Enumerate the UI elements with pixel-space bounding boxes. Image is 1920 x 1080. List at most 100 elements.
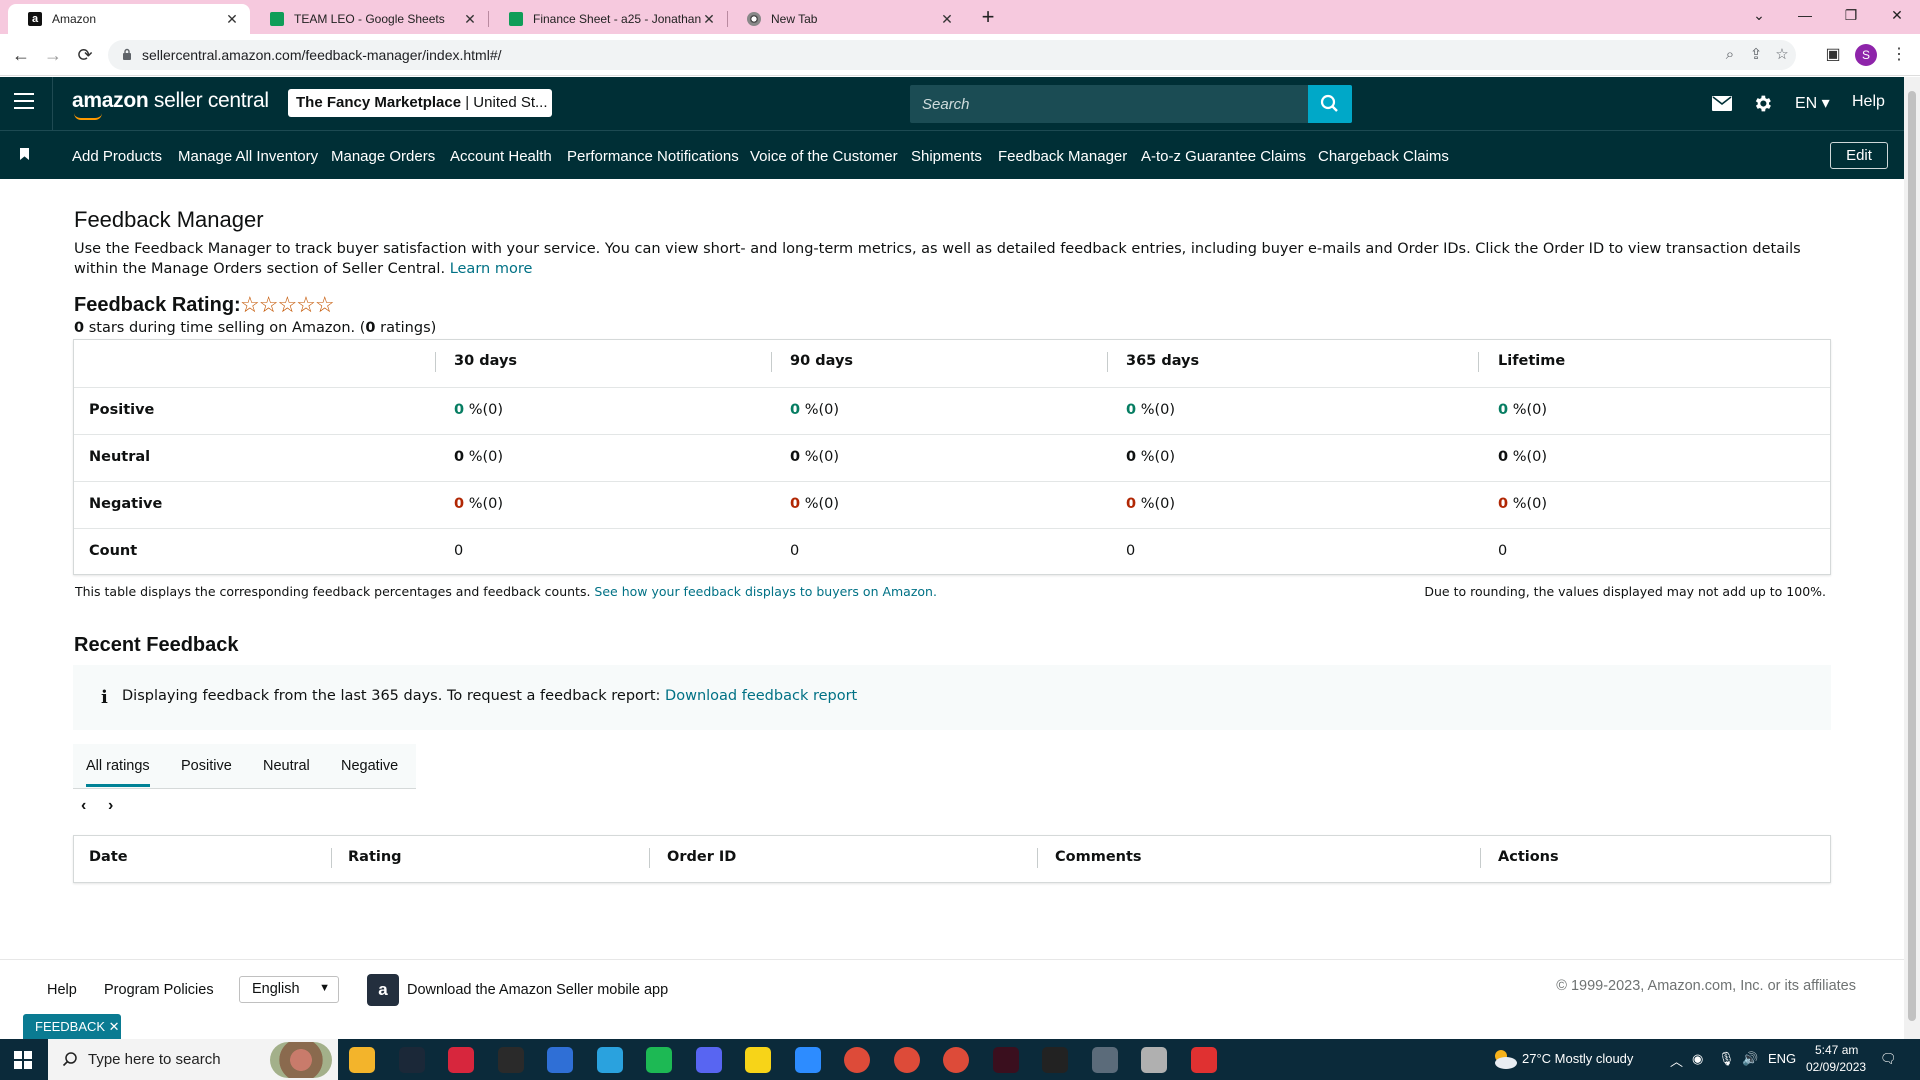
close-icon[interactable]: ✕ — [462, 11, 478, 28]
page-scrollbar[interactable] — [1904, 77, 1920, 1039]
close-icon[interactable]: ✕ — [701, 11, 717, 28]
download-app-link[interactable]: Download the Amazon Seller mobile app — [407, 982, 668, 998]
share-icon[interactable]: ⇪ — [1746, 45, 1766, 65]
chrome-icon[interactable] — [893, 1047, 920, 1073]
tab-all-ratings[interactable]: All ratings — [86, 758, 150, 787]
amazon-app-icon[interactable]: a — [367, 974, 399, 1006]
chevron-right-icon[interactable]: › — [108, 797, 113, 815]
clock-date[interactable]: 02/09/2023 — [1806, 1060, 1866, 1074]
clock-time[interactable]: 5:47 am — [1815, 1043, 1858, 1057]
discord-icon[interactable] — [695, 1047, 722, 1073]
profile-avatar[interactable]: S — [1855, 44, 1877, 66]
feedback-tab-button[interactable]: FEEDBACK ✕ — [23, 1014, 121, 1039]
volume-icon[interactable]: 🔊 — [1742, 1051, 1758, 1067]
tab-search-icon[interactable]: ⌄ — [1736, 0, 1782, 30]
scrollbar-thumb[interactable] — [1908, 91, 1916, 1021]
new-tab-button[interactable]: + — [976, 4, 1000, 30]
weather-text[interactable]: 27°C Mostly cloudy — [1522, 1051, 1633, 1066]
telegram-icon[interactable] — [596, 1047, 623, 1073]
file-explorer-icon[interactable] — [349, 1047, 375, 1073]
download-feedback-report-link[interactable]: Download feedback report — [665, 688, 857, 704]
learn-more-link[interactable]: Learn more — [450, 261, 533, 277]
app-icon[interactable] — [1141, 1047, 1167, 1073]
browser-tab-new-tab[interactable]: New Tab ✕ — [727, 4, 965, 34]
language-indicator[interactable]: ENG — [1768, 1051, 1796, 1066]
close-window-button[interactable]: ✕ — [1874, 0, 1920, 30]
chevron-left-icon[interactable]: ‹ — [81, 797, 86, 815]
nav-add-products[interactable]: Add Products — [72, 148, 162, 165]
nav-feedback-manager[interactable]: Feedback Manager — [998, 148, 1127, 165]
taskbar-search-input[interactable]: Type here to search — [88, 1051, 221, 1068]
browser-tab-amazon[interactable]: a Amazon ✕ — [8, 4, 250, 34]
gear-icon[interactable] — [1752, 93, 1773, 114]
help-link[interactable]: Help — [1852, 93, 1885, 111]
nav-manage-orders[interactable]: Manage Orders — [331, 148, 435, 165]
weather-cloud-icon[interactable] — [1489, 1047, 1519, 1071]
app-icon[interactable] — [992, 1047, 1019, 1073]
minimize-button[interactable]: — — [1782, 0, 1828, 30]
app-icon[interactable] — [547, 1047, 573, 1073]
calculator-icon[interactable] — [1091, 1047, 1118, 1073]
nav-shipments[interactable]: Shipments — [911, 148, 982, 165]
footer-help-link[interactable]: Help — [47, 982, 77, 998]
show-hidden-icons[interactable]: ︿ — [1670, 1051, 1683, 1070]
nav-manage-all-inventory[interactable]: Manage All Inventory — [178, 148, 318, 165]
search-box[interactable]: Search — [910, 85, 1352, 123]
forward-button[interactable]: → — [40, 42, 66, 68]
browser-tab-finance-sheet[interactable]: Finance Sheet - a25 - Jonathan F ✕ — [489, 4, 727, 34]
tab-positive[interactable]: Positive — [181, 758, 232, 774]
restore-button[interactable]: ❐ — [1828, 0, 1874, 30]
nav-performance-notifications[interactable]: Performance Notifications — [567, 148, 739, 165]
mail-icon[interactable] — [1712, 96, 1732, 111]
info-message: Displaying feedback from the last 365 da… — [122, 688, 666, 704]
lock-icon[interactable] — [122, 48, 132, 61]
app-icon[interactable] — [448, 1047, 474, 1073]
language-selector[interactable]: EN ▾ — [1795, 93, 1830, 113]
steam-icon[interactable] — [398, 1047, 425, 1073]
back-button[interactable]: ← — [8, 42, 34, 68]
hamburger-menu-icon[interactable] — [14, 93, 34, 113]
bookmark-star-icon[interactable]: ☆ — [1772, 45, 1792, 65]
microphone-icon[interactable]: 🎙 — [1718, 1051, 1735, 1067]
search-input[interactable]: Search — [922, 96, 970, 113]
taskbar-search[interactable]: Type here to search — [48, 1039, 338, 1080]
nav-chargeback-claims[interactable]: Chargeback Claims — [1318, 148, 1449, 165]
epic-games-icon[interactable] — [497, 1047, 524, 1073]
search-button[interactable] — [1308, 85, 1352, 123]
address-bar[interactable]: sellercentral.amazon.com/feedback-manage… — [108, 40, 1796, 70]
app-icon[interactable] — [1042, 1047, 1068, 1073]
close-icon[interactable]: ✕ — [939, 11, 955, 28]
chrome-menu-icon[interactable]: ⋮ — [1888, 44, 1910, 66]
bookmark-icon[interactable] — [20, 148, 29, 160]
seller-central-header: amazon seller central The Fancy Marketpl… — [0, 77, 1904, 130]
nav-account-health[interactable]: Account Health — [450, 148, 552, 165]
location-icon[interactable]: ◉ — [1692, 1051, 1703, 1067]
edit-nav-button[interactable]: Edit — [1830, 142, 1888, 169]
reload-button[interactable]: ⟳ — [72, 42, 98, 68]
chrome-icon[interactable] — [943, 1047, 969, 1073]
zoom-icon[interactable] — [794, 1047, 821, 1073]
windows-start-icon[interactable] — [14, 1051, 32, 1069]
feedback-display-link[interactable]: See how your feedback displays to buyers… — [594, 584, 937, 599]
zoom-icon[interactable]: ⌕ — [1720, 45, 1740, 65]
app-icon[interactable] — [1190, 1047, 1217, 1073]
browser-tab-team-leo[interactable]: TEAM LEO - Google Sheets ✕ — [250, 4, 488, 34]
nav-voice-of-the-customer[interactable]: Voice of the Customer — [750, 148, 898, 165]
chrome-icon[interactable] — [844, 1047, 870, 1073]
program-policies-link[interactable]: Program Policies — [104, 982, 214, 998]
table-header-row: 30 days 90 days 365 days Lifetime — [74, 340, 1830, 387]
seller-central-logo[interactable]: amazon seller central — [72, 89, 269, 120]
spotify-icon[interactable] — [646, 1047, 672, 1073]
sticky-notes-icon[interactable] — [745, 1047, 771, 1073]
url-text[interactable]: sellercentral.amazon.com/feedback-manage… — [142, 47, 502, 63]
close-icon[interactable]: ✕ — [224, 11, 240, 28]
tab-negative[interactable]: Negative — [341, 758, 398, 774]
footer-language-select[interactable]: English ▼ — [239, 976, 339, 1003]
notifications-icon[interactable]: 🗨 — [1880, 1051, 1897, 1067]
column-separator — [771, 352, 772, 372]
table-note: This table displays the corresponding fe… — [75, 584, 937, 599]
side-panel-icon[interactable]: ▣ — [1822, 44, 1844, 66]
tab-neutral[interactable]: Neutral — [263, 758, 310, 774]
nav-a-to-z-guarantee-claims[interactable]: A-to-z Guarantee Claims — [1141, 148, 1306, 165]
marketplace-switcher[interactable]: The Fancy Marketplace | United St... — [288, 89, 552, 117]
